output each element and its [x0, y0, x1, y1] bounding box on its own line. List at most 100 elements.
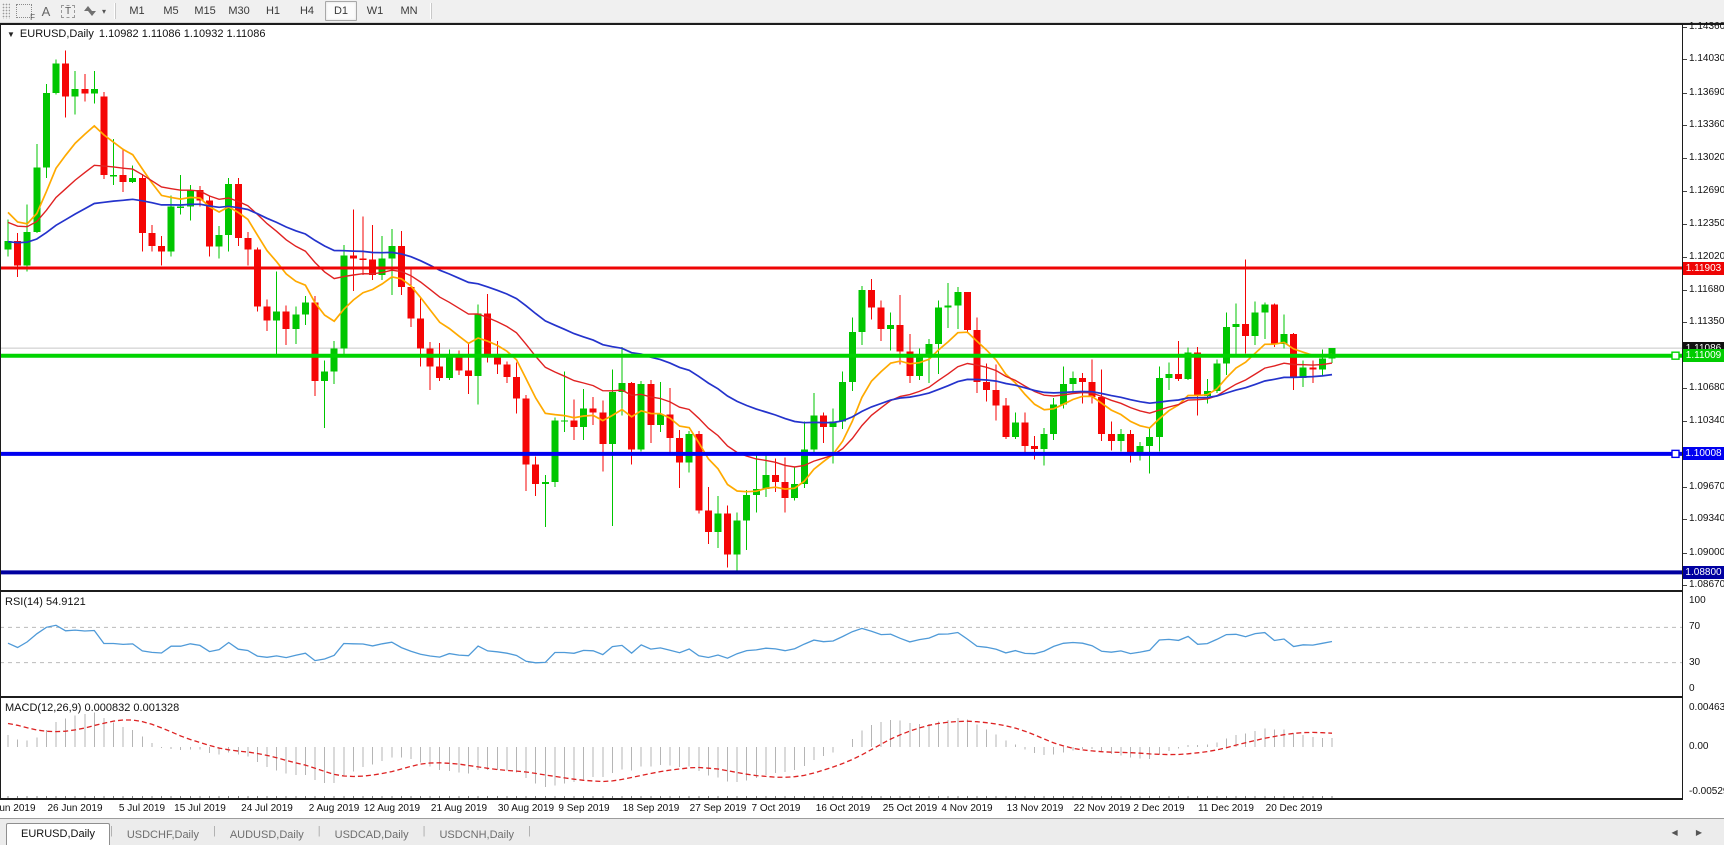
candle-body	[446, 357, 453, 379]
candle-body	[484, 313, 491, 355]
candle-body	[1117, 434, 1124, 441]
candle-body	[1108, 434, 1115, 441]
candle-body	[81, 89, 88, 94]
candle-body	[1146, 437, 1153, 446]
chart-tab-eurusd[interactable]: EURUSD,Daily	[6, 823, 110, 845]
timeframe-button-m30[interactable]: M30	[223, 1, 255, 21]
candle-body	[465, 370, 472, 376]
candle-body	[1002, 406, 1009, 437]
candle-body	[590, 409, 597, 413]
candle-body	[52, 63, 59, 92]
date-label: 9 Sep 2019	[558, 803, 609, 814]
timeframe-button-m1[interactable]: M1	[121, 1, 153, 21]
candle-body	[657, 414, 664, 425]
toolbar-dropdown-icon[interactable]: ▾	[102, 7, 106, 16]
price-tick-label: 1.11680	[1689, 284, 1724, 295]
chart-tab-usdchf[interactable]: USDCHF,Daily	[113, 825, 213, 845]
price-tick-label: 1.13690	[1689, 87, 1724, 98]
candle-body	[935, 308, 942, 344]
price-tick	[1683, 290, 1687, 291]
chart-tab-audusd[interactable]: AUDUSD,Daily	[216, 825, 318, 845]
support-line-mid-price-label: 1.10008	[1683, 447, 1724, 460]
cycle-lines-icon[interactable]	[80, 2, 100, 20]
candle-body	[571, 420, 578, 427]
candle-body	[945, 306, 952, 308]
macd-axis-label: 0.00463	[1689, 702, 1724, 713]
text-label-icon[interactable]: A	[36, 2, 56, 20]
timeframe-button-h1[interactable]: H1	[257, 1, 289, 21]
price-tick-label: 1.09670	[1689, 481, 1724, 492]
date-label: 21 Aug 2019	[431, 803, 487, 814]
macd-axis-label: -0.00529	[1689, 786, 1724, 797]
rsi-axis-label: 0	[1689, 683, 1695, 694]
candle-body	[14, 241, 21, 266]
date-label: 7 Oct 2019	[752, 803, 801, 814]
candle-body	[551, 420, 558, 482]
toolbar-grip[interactable]	[2, 3, 10, 19]
candle-body	[340, 256, 347, 349]
date-label: 15 Jul 2019	[174, 803, 226, 814]
price-axis[interactable]: 1.143601.140301.136901.133601.130201.126…	[1683, 25, 1724, 798]
candle-body	[647, 384, 654, 425]
price-tick-label: 1.11350	[1689, 316, 1724, 327]
chart-tab-usdcnh[interactable]: USDCNH,Daily	[425, 825, 528, 845]
candle-body	[62, 63, 69, 96]
chart-tab-usdcad[interactable]: USDCAD,Daily	[321, 825, 423, 845]
price-tick	[1683, 93, 1687, 94]
candle-body	[312, 303, 319, 381]
candle-body	[254, 250, 261, 307]
chart-canvas[interactable]	[0, 25, 1683, 800]
candle-body	[1089, 382, 1096, 397]
price-tick	[1683, 191, 1687, 192]
price-tick	[1683, 553, 1687, 554]
date-label: 24 Jul 2019	[241, 803, 293, 814]
price-tick	[1683, 224, 1687, 225]
timeframe-button-mn[interactable]: MN	[393, 1, 425, 21]
timeframe-button-m5[interactable]: M5	[155, 1, 187, 21]
candle-body	[264, 307, 271, 321]
candle-body	[897, 325, 904, 351]
panel-separator	[0, 590, 1683, 592]
support-line-mid-handle[interactable]	[1672, 450, 1679, 457]
chart-window: ▼ EURUSD,Daily 1.10982 1.11086 1.10932 1…	[0, 23, 1724, 818]
candle-body	[1079, 378, 1086, 382]
price-tick-label: 1.12690	[1689, 185, 1724, 196]
timeframe-button-d1[interactable]: D1	[325, 1, 357, 21]
timeframe-button-m15[interactable]: M15	[189, 1, 221, 21]
candle-body	[110, 175, 117, 176]
rsi-indicator-label: RSI(14) 54.9121	[5, 596, 86, 608]
tab-separator: |	[528, 825, 531, 839]
candle-body	[1271, 305, 1278, 344]
price-tick	[1683, 388, 1687, 389]
date-label: 4 Nov 2019	[941, 803, 992, 814]
candle-body	[417, 318, 424, 348]
candle-body	[887, 325, 894, 329]
price-tick-label: 1.12020	[1689, 251, 1724, 262]
timeframe-button-h4[interactable]: H4	[291, 1, 323, 21]
candle-body	[148, 233, 155, 246]
date-label: 2 Dec 2019	[1133, 803, 1184, 814]
candle-body	[359, 259, 366, 260]
price-tick	[1683, 421, 1687, 422]
tab-scroll-arrows[interactable]: ◀ ▶	[1671, 828, 1710, 837]
price-tick	[1683, 585, 1687, 586]
candle-body	[542, 482, 549, 484]
price-tick	[1683, 519, 1687, 520]
price-tick	[1683, 27, 1687, 28]
candle-body	[225, 184, 232, 235]
candle-body	[1012, 422, 1019, 437]
pivot-line-green-price-label: 1.11009	[1683, 349, 1724, 362]
candle-body	[1137, 446, 1144, 453]
chart-menu-icon[interactable]: ▼	[7, 30, 15, 39]
candle-body	[820, 415, 827, 427]
date-axis[interactable]: 17 Jun 201926 Jun 20195 Jul 201915 Jul 2…	[0, 800, 1683, 818]
date-label: 20 Dec 2019	[1266, 803, 1323, 814]
indicator-grid-icon[interactable]: F	[14, 2, 34, 20]
date-label: 25 Oct 2019	[883, 803, 937, 814]
price-tick-label: 1.13020	[1689, 152, 1724, 163]
pivot-line-green-handle[interactable]	[1672, 352, 1679, 359]
candle-body	[743, 495, 750, 520]
timeframe-button-w1[interactable]: W1	[359, 1, 391, 21]
candle-body	[350, 256, 357, 259]
text-box-icon[interactable]: T	[58, 2, 78, 20]
